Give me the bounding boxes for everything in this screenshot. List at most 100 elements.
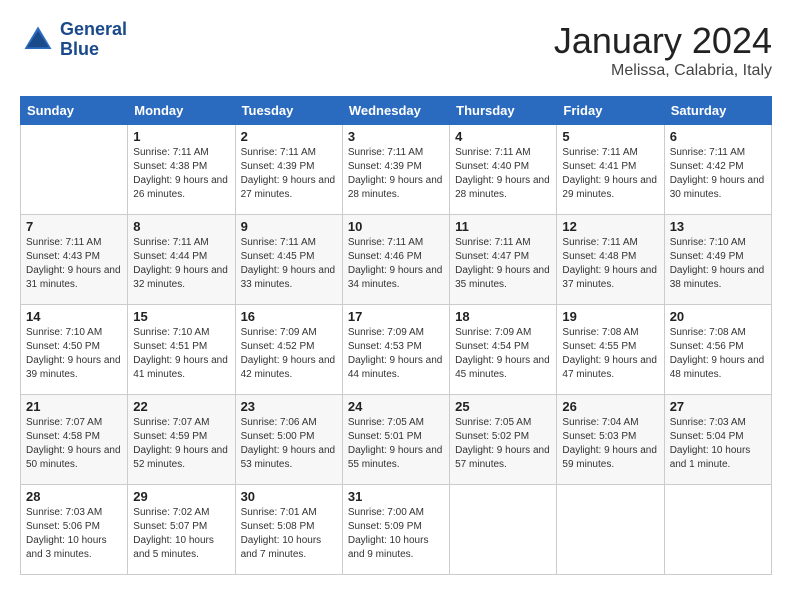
header-day-friday: Friday — [557, 97, 664, 125]
page-header: General Blue January 2024 Melissa, Calab… — [20, 20, 772, 80]
calendar-cell: 23Sunrise: 7:06 AMSunset: 5:00 PMDayligh… — [235, 395, 342, 485]
day-info: Sunrise: 7:03 AMSunset: 5:04 PMDaylight:… — [670, 416, 766, 472]
day-info: Sunrise: 7:11 AMSunset: 4:48 PMDaylight:… — [562, 236, 658, 292]
day-number: 1 — [133, 129, 229, 144]
calendar-cell: 22 Sunrise: 7:07 AMSunset: 4:59 PMDayligh… — [128, 395, 235, 485]
day-info: Sunrise: 7:11 AMSunset: 4:42 PMDaylight:… — [670, 146, 766, 202]
calendar-cell: 14 Sunrise: 7:10 AMSunset: 4:50 PMDayligh… — [21, 305, 128, 395]
calendar-cell: 24Sunrise: 7:05 AMSunset: 5:01 PMDayligh… — [342, 395, 449, 485]
logo: General Blue — [20, 20, 127, 60]
day-number: 27 — [670, 399, 766, 414]
calendar-cell: 28Sunrise: 7:03 AMSunset: 5:06 PMDayligh… — [21, 485, 128, 575]
day-number: 21 — [26, 399, 122, 414]
day-info: Sunrise: 7:10 AMSunset: 4:51 PMDaylight:… — [133, 326, 229, 382]
day-info: Sunrise: 7:11 AMSunset: 4:38 PMDaylight:… — [133, 146, 229, 202]
day-info: Sunrise: 7:11 AMSunset: 4:46 PMDaylight:… — [348, 236, 444, 292]
day-number: 18 — [455, 309, 551, 324]
calendar-cell: 5Sunrise: 7:11 AMSunset: 4:41 PMDaylight… — [557, 125, 664, 215]
header-day-tuesday: Tuesday — [235, 97, 342, 125]
calendar-cell: 26 Sunrise: 7:04 AMSunset: 5:03 PMDayligh… — [557, 395, 664, 485]
calendar-cell — [557, 485, 664, 575]
day-info: Sunrise: 7:05 AMSunset: 5:02 PMDaylight:… — [455, 416, 551, 472]
day-number: 19 — [562, 309, 658, 324]
calendar-cell: 18 Sunrise: 7:09 AMSunset: 4:54 PMDayligh… — [450, 305, 557, 395]
day-info: Sunrise: 7:11 AMSunset: 4:45 PMDaylight:… — [241, 236, 337, 292]
day-info: Sunrise: 7:11 AMSunset: 4:44 PMDaylight:… — [133, 236, 229, 292]
calendar-cell: 1 Sunrise: 7:11 AMSunset: 4:38 PMDaylight… — [128, 125, 235, 215]
calendar-cell: 2 Sunrise: 7:11 AMSunset: 4:39 PMDaylight… — [235, 125, 342, 215]
day-info: Sunrise: 7:11 AMSunset: 4:39 PMDaylight:… — [241, 146, 337, 202]
day-number: 7 — [26, 219, 122, 234]
day-number: 29 — [133, 489, 229, 504]
calendar-cell: 15Sunrise: 7:10 AMSunset: 4:51 PMDayligh… — [128, 305, 235, 395]
day-number: 16 — [241, 309, 337, 324]
calendar-table: SundayMondayTuesdayWednesdayThursdayFrid… — [20, 96, 772, 575]
day-info: Sunrise: 7:08 AMSunset: 4:55 PMDaylight:… — [562, 326, 658, 382]
day-info: Sunrise: 7:01 AMSunset: 5:08 PMDaylight:… — [241, 506, 337, 562]
calendar-cell: 3Sunrise: 7:11 AMSunset: 4:39 PMDaylight… — [342, 125, 449, 215]
header-day-monday: Monday — [128, 97, 235, 125]
day-number: 12 — [562, 219, 658, 234]
header-day-thursday: Thursday — [450, 97, 557, 125]
calendar-cell: 13Sunrise: 7:10 AMSunset: 4:49 PMDayligh… — [664, 215, 771, 305]
header-day-saturday: Saturday — [664, 97, 771, 125]
header-day-sunday: Sunday — [21, 97, 128, 125]
day-number: 10 — [348, 219, 444, 234]
day-number: 2 — [241, 129, 337, 144]
day-info: Sunrise: 7:02 AMSunset: 5:07 PMDaylight:… — [133, 506, 229, 562]
calendar-cell: 9 Sunrise: 7:11 AMSunset: 4:45 PMDaylight… — [235, 215, 342, 305]
calendar-week-1: 1 Sunrise: 7:11 AMSunset: 4:38 PMDaylight… — [21, 125, 772, 215]
day-number: 26 — [562, 399, 658, 414]
day-info: Sunrise: 7:10 AMSunset: 4:50 PMDaylight:… — [26, 326, 122, 382]
calendar-week-2: 7 Sunrise: 7:11 AMSunset: 4:43 PMDaylight… — [21, 215, 772, 305]
calendar-cell: 4Sunrise: 7:11 AMSunset: 4:40 PMDaylight… — [450, 125, 557, 215]
day-number: 17 — [348, 309, 444, 324]
day-info: Sunrise: 7:11 AMSunset: 4:47 PMDaylight:… — [455, 236, 551, 292]
day-info: Sunrise: 7:09 AMSunset: 4:53 PMDaylight:… — [348, 326, 444, 382]
calendar-cell: 27 Sunrise: 7:03 AMSunset: 5:04 PMDayligh… — [664, 395, 771, 485]
calendar-week-5: 28Sunrise: 7:03 AMSunset: 5:06 PMDayligh… — [21, 485, 772, 575]
header-row: SundayMondayTuesdayWednesdayThursdayFrid… — [21, 97, 772, 125]
calendar-cell — [664, 485, 771, 575]
day-number: 14 — [26, 309, 122, 324]
day-number: 3 — [348, 129, 444, 144]
day-info: Sunrise: 7:04 AMSunset: 5:03 PMDaylight:… — [562, 416, 658, 472]
calendar-cell: 17 Sunrise: 7:09 AMSunset: 4:53 PMDayligh… — [342, 305, 449, 395]
calendar-cell: 12 Sunrise: 7:11 AMSunset: 4:48 PMDayligh… — [557, 215, 664, 305]
calendar-cell: 21Sunrise: 7:07 AMSunset: 4:58 PMDayligh… — [21, 395, 128, 485]
day-number: 4 — [455, 129, 551, 144]
day-number: 11 — [455, 219, 551, 234]
header-day-wednesday: Wednesday — [342, 97, 449, 125]
day-info: Sunrise: 7:11 AMSunset: 4:43 PMDaylight:… — [26, 236, 122, 292]
day-info: Sunrise: 7:05 AMSunset: 5:01 PMDaylight:… — [348, 416, 444, 472]
calendar-cell — [21, 125, 128, 215]
calendar-subtitle: Melissa, Calabria, Italy — [554, 62, 772, 80]
day-info: Sunrise: 7:11 AMSunset: 4:41 PMDaylight:… — [562, 146, 658, 202]
day-info: Sunrise: 7:10 AMSunset: 4:49 PMDaylight:… — [670, 236, 766, 292]
calendar-cell: 8 Sunrise: 7:11 AMSunset: 4:44 PMDaylight… — [128, 215, 235, 305]
day-info: Sunrise: 7:00 AMSunset: 5:09 PMDaylight:… — [348, 506, 444, 562]
calendar-cell: 19 Sunrise: 7:08 AMSunset: 4:55 PMDayligh… — [557, 305, 664, 395]
calendar-cell: 6Sunrise: 7:11 AMSunset: 4:42 PMDaylight… — [664, 125, 771, 215]
calendar-title: January 2024 — [554, 20, 772, 62]
calendar-cell: 29 Sunrise: 7:02 AMSunset: 5:07 PMDayligh… — [128, 485, 235, 575]
logo-text: General Blue — [60, 20, 127, 60]
day-info: Sunrise: 7:09 AMSunset: 4:52 PMDaylight:… — [241, 326, 337, 382]
day-number: 25 — [455, 399, 551, 414]
day-number: 9 — [241, 219, 337, 234]
title-block: January 2024 Melissa, Calabria, Italy — [554, 20, 772, 80]
day-info: Sunrise: 7:07 AMSunset: 4:59 PMDaylight:… — [133, 416, 229, 472]
calendar-cell — [450, 485, 557, 575]
calendar-cell: 10 Sunrise: 7:11 AMSunset: 4:46 PMDayligh… — [342, 215, 449, 305]
calendar-cell: 25 Sunrise: 7:05 AMSunset: 5:02 PMDayligh… — [450, 395, 557, 485]
logo-icon — [20, 22, 56, 58]
day-number: 31 — [348, 489, 444, 504]
calendar-cell: 11 Sunrise: 7:11 AMSunset: 4:47 PMDayligh… — [450, 215, 557, 305]
day-number: 20 — [670, 309, 766, 324]
calendar-cell: 31 Sunrise: 7:00 AMSunset: 5:09 PMDayligh… — [342, 485, 449, 575]
day-info: Sunrise: 7:09 AMSunset: 4:54 PMDaylight:… — [455, 326, 551, 382]
calendar-week-4: 21Sunrise: 7:07 AMSunset: 4:58 PMDayligh… — [21, 395, 772, 485]
day-number: 22 — [133, 399, 229, 414]
calendar-cell: 7 Sunrise: 7:11 AMSunset: 4:43 PMDaylight… — [21, 215, 128, 305]
day-number: 8 — [133, 219, 229, 234]
